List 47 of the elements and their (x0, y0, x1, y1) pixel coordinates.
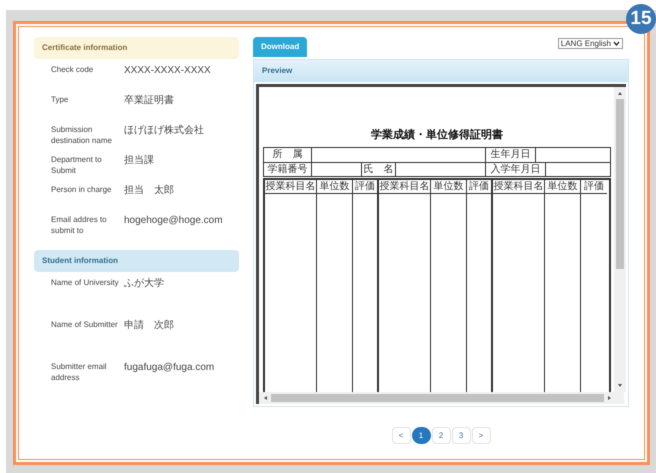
page-button[interactable]: 2 (432, 427, 450, 444)
vertical-scrollbar[interactable] (614, 87, 626, 392)
column-header: 単位数 (431, 180, 466, 194)
document-title: 学業成績・単位修得証明書 (370, 128, 504, 143)
column-header: 単位数 (317, 180, 352, 194)
field-label: Submission destination name (51, 124, 113, 146)
field-value: ほげほげ株式会社 (124, 124, 204, 137)
field-label: Department to Submit (51, 154, 103, 176)
download-button[interactable]: Download (253, 37, 308, 57)
column-header: 授業科目名 (379, 180, 430, 194)
column-header: 評価 (353, 180, 377, 194)
field-value: XXXX-XXXX-XXXX (124, 64, 211, 77)
panel-title: Preview (254, 60, 628, 82)
column-header: 授業科目名 (493, 180, 544, 194)
field-label: Submitter email address (51, 361, 108, 383)
language-select[interactable]: LANG English (558, 38, 623, 49)
page-button[interactable]: 3 (452, 427, 470, 444)
horizontal-scrollbar[interactable] (259, 392, 624, 404)
field-label: Type (51, 94, 70, 105)
column-header: 単位数 (545, 180, 580, 194)
chevron-down-icon (613, 41, 620, 46)
section-header: Certificate information (34, 37, 239, 59)
table-cell: 学籍番号 (264, 162, 312, 176)
table-cell: 所 属 (264, 148, 312, 162)
field-value: fugafuga@fuga.com (124, 361, 214, 374)
field-value: hogehoge@hoge.com (124, 214, 223, 227)
field-value: 申請 次郎 (124, 319, 174, 332)
field-label: Person in charge (51, 184, 112, 195)
page-button[interactable]: < (392, 427, 410, 444)
step-badge: 15 (626, 4, 656, 34)
page-button[interactable]: > (472, 427, 490, 444)
column-header: 評価 (581, 180, 607, 194)
column-header: 評価 (467, 180, 491, 194)
table-cell: 生年月日 (486, 148, 536, 162)
table-cell: 氏 名 (362, 162, 396, 176)
table-cell: 入学年月日 (486, 162, 546, 176)
section-header: Student information (34, 250, 239, 272)
field-value: ふが大学 (124, 277, 164, 290)
field-value: 卒業証明書 (124, 94, 174, 107)
field-value: 担当課 (124, 154, 154, 167)
field-label: Check code (51, 64, 94, 75)
column-header: 授業科目名 (265, 180, 316, 194)
field-label: Name of Submitter (51, 319, 119, 330)
field-value: 担当 太郎 (124, 184, 174, 197)
page-button[interactable]: 1 (412, 427, 430, 444)
field-label: Email addres to submit to (51, 214, 108, 236)
field-label: Name of University (51, 277, 120, 288)
